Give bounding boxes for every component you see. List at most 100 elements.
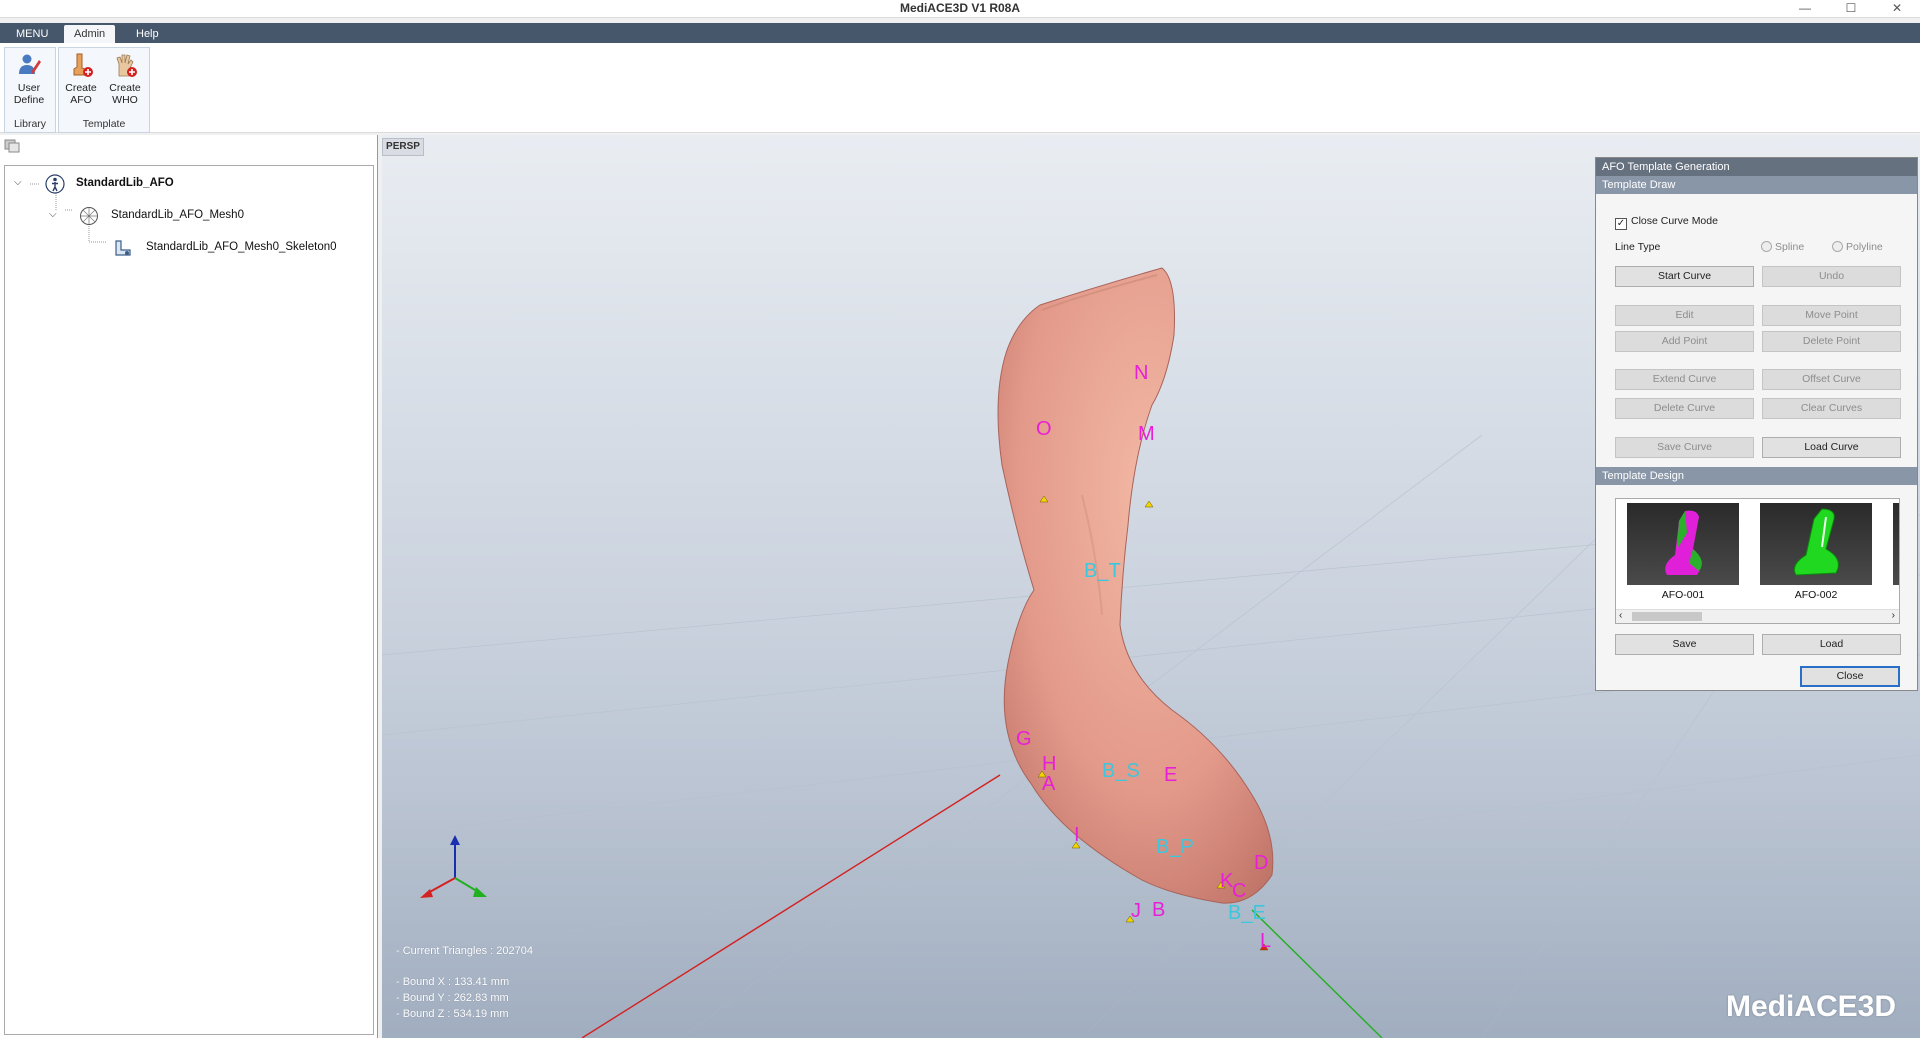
scene-tree-pane: ⌵ StandardLib_AFO ⌵ StandardLib_AFO_Mesh…	[0, 135, 378, 1038]
mediace3d-logo: MediACE3D	[1726, 990, 1897, 1023]
polyline-radio[interactable]: Polyline	[1832, 241, 1883, 253]
move-point-button[interactable]: Move Point	[1762, 305, 1901, 326]
radio-selected-icon	[1761, 241, 1772, 252]
tab-menu[interactable]: MENU	[6, 25, 58, 43]
tree-node-root[interactable]: StandardLib_AFO	[76, 177, 174, 189]
library-group-label: Library	[13, 118, 47, 130]
load-template-button[interactable]: Load	[1762, 634, 1901, 655]
expand-root-icon[interactable]: ⌵	[14, 177, 22, 188]
spline-label: Spline	[1775, 241, 1805, 253]
clear-curves-button[interactable]: Clear Curves	[1762, 398, 1901, 419]
tree-node-mesh[interactable]: StandardLib_AFO_Mesh0	[111, 209, 244, 221]
template-afo-001[interactable]	[1627, 503, 1739, 585]
info-bound-y: - Bound Y : 262.83 mm	[396, 992, 509, 1004]
template-group: Create AFO Create WHO Template	[58, 47, 150, 133]
line-type-label: Line Type	[1615, 241, 1661, 253]
template-afo-002[interactable]	[1760, 503, 1872, 585]
skeleton-icon	[115, 240, 131, 256]
afo-template-panel: AFO Template Generation Template Draw ✓ C…	[1595, 157, 1918, 691]
landmark-label-b: B	[1152, 899, 1165, 921]
user-define-label-1: User	[17, 82, 41, 94]
scroll-left-icon[interactable]: ‹	[1619, 610, 1622, 621]
landmark-label-e: E	[1164, 764, 1177, 786]
landmark-label-o: O	[1036, 418, 1052, 440]
title-bar: MediACE3D V1 R08A — ☐ ✕	[0, 0, 1920, 18]
offset-curve-button[interactable]: Offset Curve	[1762, 369, 1901, 390]
close-panel-button[interactable]: Close	[1800, 666, 1900, 687]
panel-title: AFO Template Generation	[1596, 158, 1917, 176]
load-curve-button[interactable]: Load Curve	[1762, 437, 1901, 458]
spline-radio[interactable]: Spline	[1761, 241, 1804, 253]
radio-empty-icon	[1832, 241, 1843, 252]
template-thumbnails: AFO-001 AFO-002 ‹ ›	[1615, 498, 1900, 624]
create-who-label-1: Create	[109, 82, 141, 94]
user-define-button[interactable]: User Define	[9, 52, 49, 106]
landmark-label-d: D	[1254, 852, 1268, 874]
expand-mesh-icon[interactable]: ⌵	[49, 209, 57, 220]
tab-help[interactable]: Help	[126, 25, 169, 43]
copy-icon[interactable]	[4, 139, 20, 153]
save-template-button[interactable]: Save	[1615, 634, 1754, 655]
template-design-header: Template Design	[1596, 467, 1917, 485]
template-thumb-partial[interactable]	[1893, 503, 1899, 585]
tab-admin[interactable]: Admin	[64, 25, 116, 43]
close-curve-mode-checkbox[interactable]: ✓ Close Curve Mode	[1615, 215, 1718, 230]
landmark-label-n: N	[1134, 362, 1148, 384]
landmark-label-b-s: B_S	[1102, 760, 1140, 782]
landmark-label-l: L	[1260, 930, 1271, 952]
afo-001-preview-icon	[1665, 510, 1702, 575]
scene-tree: ⌵ StandardLib_AFO ⌵ StandardLib_AFO_Mesh…	[4, 165, 374, 1035]
user-define-icon	[19, 54, 41, 74]
tree-node-skeleton[interactable]: StandardLib_AFO_Mesh0_Skeleton0	[146, 241, 337, 253]
save-curve-button[interactable]: Save Curve	[1615, 437, 1754, 458]
scroll-right-icon[interactable]: ›	[1892, 610, 1895, 621]
close-curve-mode-label: Close Curve Mode	[1631, 215, 1718, 227]
tab-persp[interactable]: PERSP	[382, 138, 424, 156]
thumbnail-scrollbar[interactable]: ‹ ›	[1616, 609, 1899, 623]
menu-bar: MENU Admin Help	[0, 23, 1920, 43]
create-afo-label-1: Create	[65, 82, 97, 94]
afo-002-label: AFO-002	[1794, 589, 1838, 601]
landmark-label-c: C	[1232, 880, 1246, 902]
edit-button[interactable]: Edit	[1615, 305, 1754, 326]
create-afo-button[interactable]: Create AFO	[61, 52, 101, 106]
landmark-label-a: A	[1042, 773, 1056, 795]
maximize-button[interactable]: ☐	[1828, 0, 1874, 18]
info-bound-z: - Bound Z : 534.19 mm	[396, 1008, 509, 1020]
create-who-label-2: WHO	[112, 94, 138, 106]
undo-button[interactable]: Undo	[1762, 266, 1901, 287]
template-group-label: Template	[82, 118, 126, 130]
user-define-label-2: Define	[13, 94, 45, 106]
afo-001-label: AFO-001	[1661, 589, 1705, 601]
delete-point-button[interactable]: Delete Point	[1762, 331, 1901, 352]
create-who-icon	[116, 54, 137, 77]
landmark-label-m: M	[1138, 423, 1155, 445]
library-person-icon	[45, 174, 65, 194]
template-draw-header: Template Draw	[1596, 176, 1917, 194]
landmark-label-j: J	[1131, 900, 1141, 922]
checkbox-checked-icon: ✓	[1615, 218, 1627, 230]
polyline-label: Polyline	[1846, 241, 1883, 253]
landmark-label-b-e: B_E	[1228, 902, 1266, 924]
mesh-icon	[80, 207, 98, 225]
create-afo-icon	[73, 53, 93, 77]
library-group: User Define Library	[4, 47, 56, 133]
landmark-pin-m[interactable]	[1144, 500, 1154, 508]
close-window-button[interactable]: ✕	[1874, 0, 1920, 18]
delete-curve-button[interactable]: Delete Curve	[1615, 398, 1754, 419]
create-afo-label-2: AFO	[70, 94, 92, 106]
landmark-label-b-p: B_P	[1156, 836, 1194, 858]
add-point-button[interactable]: Add Point	[1615, 331, 1754, 352]
extend-curve-button[interactable]: Extend Curve	[1615, 369, 1754, 390]
landmark-label-g: G	[1016, 728, 1032, 750]
landmark-label-h: H	[1042, 753, 1056, 775]
minimize-button[interactable]: —	[1782, 0, 1828, 18]
landmark-label-i: I	[1074, 824, 1080, 846]
afo-002-preview-icon	[1793, 508, 1839, 576]
ribbon: User Define Library Create AFO Create WH…	[0, 43, 1920, 133]
info-bound-x: - Bound X : 133.41 mm	[396, 976, 510, 988]
start-curve-button[interactable]: Start Curve	[1615, 266, 1754, 287]
create-who-button[interactable]: Create WHO	[105, 52, 145, 106]
window-title: MediACE3D V1 R08A	[899, 1, 1021, 15]
scroll-thumb[interactable]	[1632, 612, 1702, 621]
